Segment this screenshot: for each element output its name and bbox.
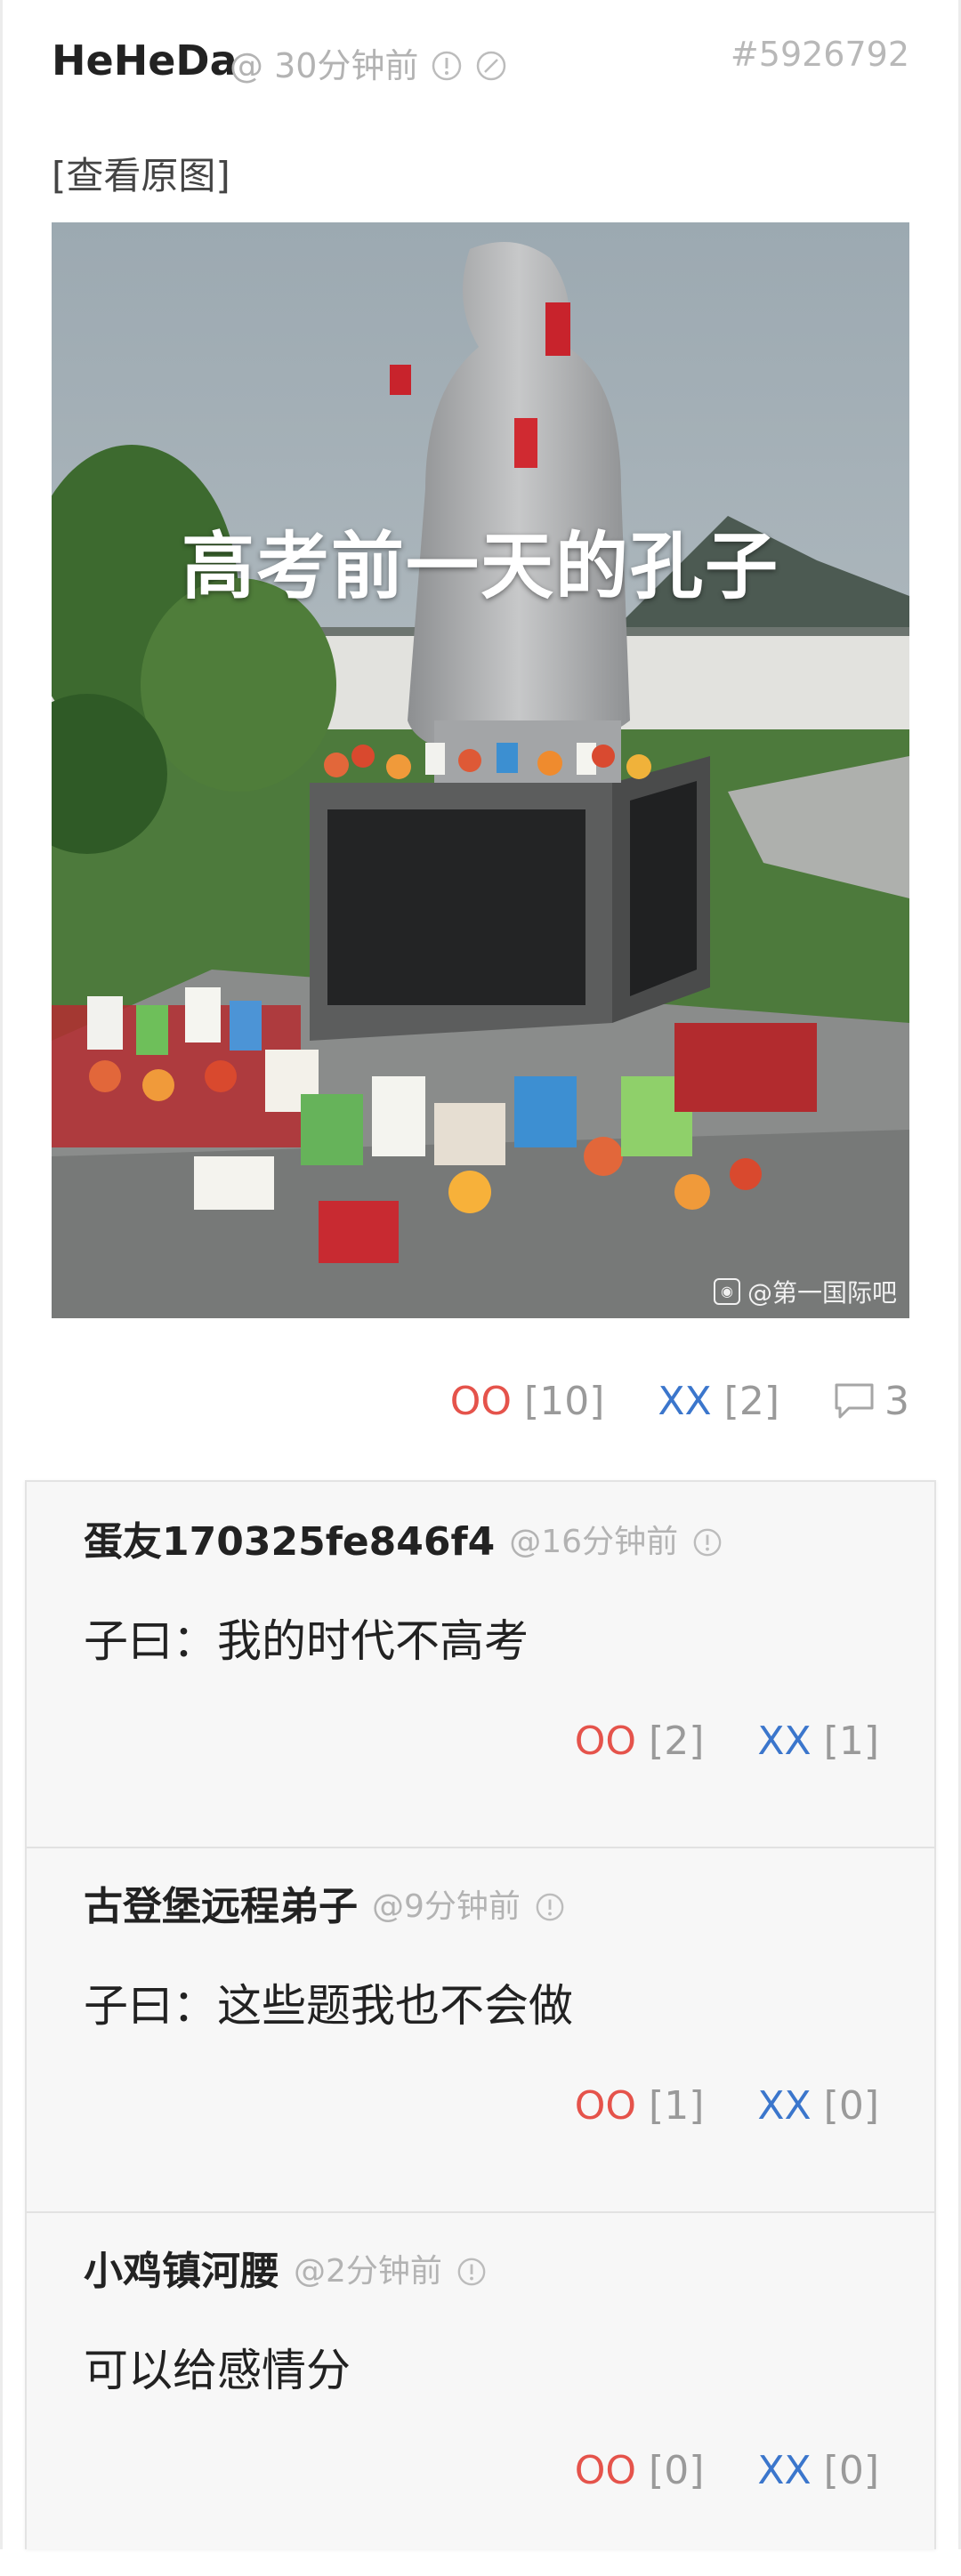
comment-text: 子曰：我的时代不高考 — [84, 1615, 529, 1667]
comment-xx-button[interactable]: XX [0] — [757, 2444, 879, 2498]
comment-oo-count: [2] — [649, 1719, 705, 1764]
image-caption: 高考前一天的孔子 — [181, 525, 779, 609]
post-image[interactable]: 高考前一天的孔子 ◉ @第一国际吧 — [52, 222, 909, 1318]
info-circle-icon[interactable] — [535, 1892, 565, 1922]
post-oo-count: [10] — [524, 1378, 605, 1424]
image-watermark-text: @第一国际吧 — [747, 1278, 897, 1308]
watermark-icon: ◉ — [713, 1278, 740, 1305]
comment-item: 小鸡镇河腰 @2分钟前 可以给感情分 OO [0] XX [0] — [27, 2211, 934, 2576]
post-oo-button[interactable]: OO [10] — [450, 1379, 605, 1424]
post-image-illustration — [52, 222, 909, 1318]
comment-oo-button[interactable]: OO [0] — [575, 2444, 705, 2498]
post-actions: OO [10] XX [2] 3 — [450, 1370, 909, 1432]
comment-oo-label: OO — [574, 1719, 637, 1764]
comment-time: @2分钟前 — [294, 2253, 442, 2290]
comment-time: @9分钟前 — [372, 1888, 521, 1925]
comment-actions: OO [1] XX [0] — [575, 2080, 879, 2133]
comment-xx-count: [0] — [823, 2083, 879, 2129]
view-original-link[interactable]: [查看原图] — [52, 149, 230, 203]
info-circle-icon[interactable] — [692, 1527, 723, 1558]
comment-author[interactable]: 蛋友170325fe846f4 — [84, 1516, 495, 1569]
comment-oo-count: [0] — [649, 2448, 705, 2493]
comment-xx-label: XX — [757, 2448, 812, 2493]
post-xx-label: XX — [658, 1378, 712, 1424]
post-comment-count: 3 — [884, 1378, 909, 1424]
comment-item: 蛋友170325fe846f4 @16分钟前 子曰：我的时代不高考 OO [2]… — [27, 1482, 934, 1848]
post-xx-count: [2] — [723, 1378, 779, 1424]
post-header: HeHeDa @ 30分钟前 #5926792 — [52, 32, 909, 94]
info-circle-icon[interactable] — [456, 2257, 487, 2287]
post-xx-button[interactable]: XX [2] — [658, 1379, 779, 1424]
comment-xx-label: XX — [757, 2083, 812, 2129]
comment-header: 小鸡镇河腰 @2分钟前 — [84, 2245, 487, 2298]
comment-oo-count: [1] — [649, 2083, 705, 2129]
image-watermark: ◉ @第一国际吧 — [713, 1274, 897, 1309]
comment-header: 蛋友170325fe846f4 @16分钟前 — [84, 1516, 723, 1569]
comment-xx-label: XX — [757, 1719, 812, 1764]
comment-author[interactable]: 古登堡远程弟子 — [84, 1880, 358, 1934]
comment-author[interactable]: 小鸡镇河腰 — [84, 2245, 279, 2298]
comment-time: @16分钟前 — [509, 1524, 679, 1560]
comment-header: 古登堡远程弟子 @9分钟前 — [84, 1880, 565, 1934]
comment-actions: OO [0] XX [0] — [575, 2444, 879, 2498]
page-edge-left — [0, 0, 3, 2549]
comment-oo-label: OO — [574, 2083, 637, 2129]
comment-text: 可以给感情分 — [84, 2345, 351, 2396]
comment-xx-button[interactable]: XX [1] — [757, 1715, 879, 1768]
comment-xx-count: [0] — [823, 2448, 879, 2493]
comment-oo-button[interactable]: OO [1] — [575, 2080, 705, 2133]
comment-oo-label: OO — [574, 2448, 637, 2493]
post-author[interactable]: HeHeDa — [52, 32, 238, 89]
speech-bubble-icon — [833, 1381, 876, 1421]
post-comment-button[interactable]: 3 — [833, 1379, 909, 1424]
post-time: @ 30分钟前 — [230, 46, 419, 85]
comments-panel: 蛋友170325fe846f4 @16分钟前 子曰：我的时代不高考 OO [2]… — [25, 1480, 936, 2549]
comment-oo-button[interactable]: OO [2] — [575, 1715, 705, 1768]
comment-text: 子曰：这些题我也不会做 — [84, 1980, 573, 2032]
info-circle-icon[interactable] — [431, 50, 463, 82]
post-id: #5926792 — [730, 35, 909, 74]
post-meta: @ 30分钟前 — [230, 41, 507, 91]
comment-xx-count: [1] — [823, 1719, 879, 1764]
comment-actions: OO [2] XX [1] — [575, 1715, 879, 1768]
post-oo-label: OO — [449, 1378, 513, 1424]
comment-xx-button[interactable]: XX [0] — [757, 2080, 879, 2133]
comment-item: 古登堡远程弟子 @9分钟前 子曰：这些题我也不会做 OO [1] XX [0] — [27, 1847, 934, 2213]
slash-circle-icon[interactable] — [475, 50, 507, 82]
